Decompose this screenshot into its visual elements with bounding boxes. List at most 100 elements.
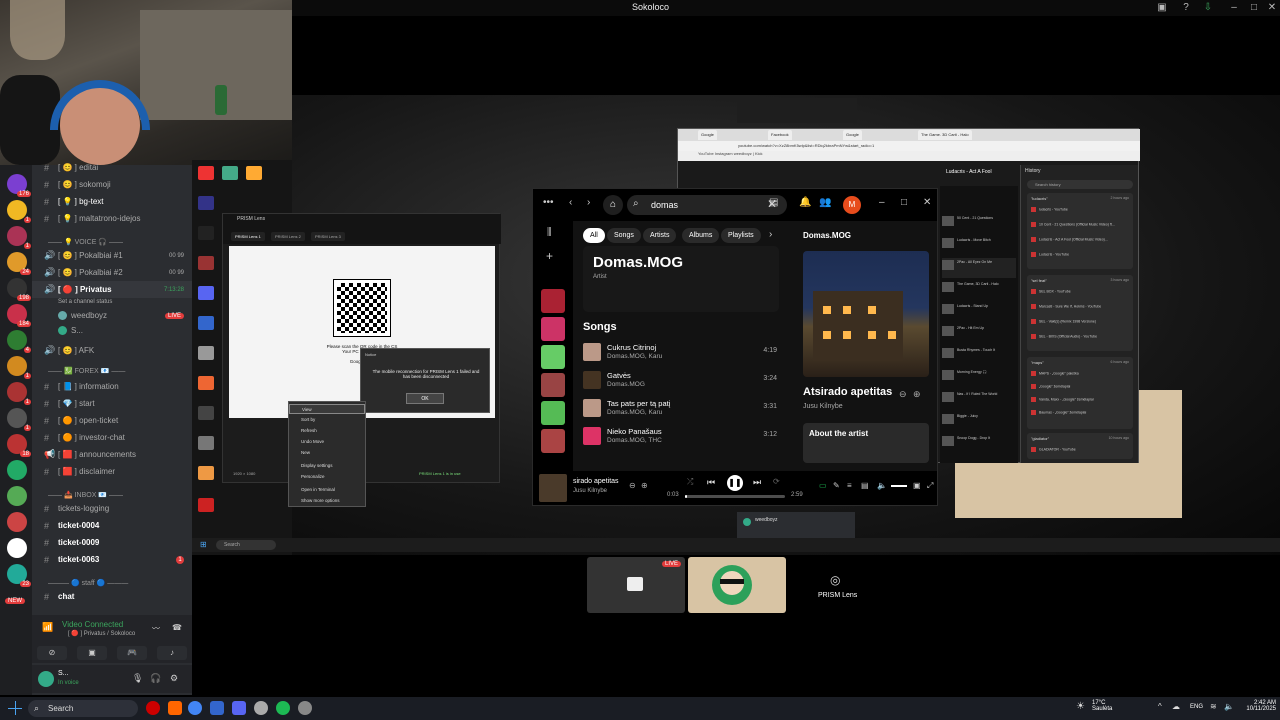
browser-tab[interactable]: Facebook	[768, 130, 792, 140]
miniplayer-icon[interactable]: ▣	[913, 481, 921, 490]
server-icon[interactable]	[7, 538, 27, 558]
close-icon[interactable]: ✕	[923, 197, 931, 208]
volume-slider[interactable]	[891, 485, 907, 487]
browser-tab[interactable]: The Game. 3D Carti - Halo	[918, 130, 972, 140]
mic-icon[interactable]: 🎙	[132, 673, 143, 684]
top-result-card[interactable]: Domas.MOG Artist	[583, 246, 779, 312]
app-icon[interactable]	[198, 498, 214, 512]
now-playing-title[interactable]: sirado apetitas	[573, 478, 619, 485]
username[interactable]: S...	[58, 670, 69, 677]
list-item[interactable]: Snoop Dogg - Drop It	[942, 434, 1016, 454]
channel-bg-text[interactable]: #[ 💡 ] bg-text	[32, 193, 192, 210]
channel-investor-chat[interactable]: #[ 🟠 ] investor-chat	[32, 429, 192, 446]
history-item[interactable]: Baumas - „Google“ žemėlapiai	[1031, 410, 1131, 419]
server-icon[interactable]: 1	[7, 382, 31, 405]
server-icon[interactable]: 4	[7, 330, 31, 353]
disconnect-icon[interactable]: ☎	[172, 623, 182, 632]
app-icon[interactable]	[198, 406, 214, 420]
track-title[interactable]: Atsirado apetitas	[803, 386, 892, 398]
minimize-icon[interactable]: –	[1228, 2, 1240, 14]
tab-prism-lens-1[interactable]: PRISM Lens 1	[231, 232, 265, 241]
server-icon[interactable]: 23	[7, 564, 31, 587]
server-icon[interactable]	[7, 460, 27, 480]
list-item[interactable]: Busta Rhymes - Touch It	[942, 346, 1016, 366]
now-playing-view-icon[interactable]: ▭	[819, 481, 827, 490]
history-search-input[interactable]: Search history	[1027, 180, 1133, 189]
chevron-up-icon[interactable]: ^	[1158, 702, 1162, 711]
onedrive-icon[interactable]: ☁	[1172, 702, 1180, 711]
epic-games-icon[interactable]	[198, 226, 214, 240]
menu-refresh[interactable]: Refresh	[289, 426, 365, 436]
screenshare-button-icon[interactable]: ▣	[77, 646, 107, 660]
add-icon[interactable]: +	[546, 249, 553, 263]
history-item[interactable]: SEL - Vakt(s) (Remix 1998 Versione)	[1031, 319, 1131, 328]
voice-channel-afk[interactable]: 🔊[ 😊 ] AFK	[32, 342, 192, 359]
chevron-right-icon[interactable]: ›	[769, 229, 772, 240]
server-icon[interactable]: 184	[7, 304, 31, 327]
playlist-thumb[interactable]	[541, 373, 565, 397]
app-icon[interactable]	[198, 196, 214, 210]
prism-lens-tile[interactable]: ◎ PRISM Lens	[788, 557, 886, 613]
song-row[interactable]: Nieko Panašaus Domas.MOG, THC 3:12	[583, 425, 779, 447]
discord-icon[interactable]	[198, 286, 214, 300]
channel-disclaimer[interactable]: #[ 🟥 ] disclaimer	[32, 463, 192, 480]
home-icon[interactable]: ⌂	[603, 195, 623, 215]
browse-icon[interactable]: ▤	[769, 197, 778, 208]
chip-albums[interactable]: Albums	[682, 228, 720, 243]
server-icon[interactable]	[7, 486, 27, 506]
channel-maltatrono[interactable]: #[ 💡 ] maltatrono-idejos	[32, 210, 192, 227]
channel-tickets-logging[interactable]: # tickets-logging	[32, 500, 192, 517]
settings-icon[interactable]	[298, 701, 312, 715]
help-icon[interactable]: ?	[1180, 2, 1192, 14]
activity-icon[interactable]: 🎮	[117, 646, 147, 660]
now-playing-art[interactable]	[539, 474, 567, 502]
volume-icon[interactable]: 🔈	[877, 481, 887, 490]
category-forex[interactable]: —— 💹 FOREX 📧 ——	[32, 362, 192, 379]
wifi-icon[interactable]: ≋	[1210, 702, 1217, 711]
menu-personalize[interactable]: Personalize	[289, 472, 365, 482]
library-icon[interactable]: ⫼	[547, 227, 552, 238]
server-icon[interactable]: 18	[7, 434, 31, 457]
url-text[interactable]: youtube.com/watch?v=XzZ8bmK5wlp&list=RDi…	[738, 143, 874, 148]
channel-start[interactable]: #[ 💎 ] start	[32, 395, 192, 412]
queue-icon[interactable]: ≡	[847, 481, 852, 490]
chip-songs[interactable]: Songs	[607, 228, 641, 243]
browser-tab[interactable]: Google	[843, 130, 862, 140]
channel-information[interactable]: #[ 📘 ] information	[32, 378, 192, 395]
opera-icon[interactable]	[146, 701, 160, 715]
channel-ticket-0004[interactable]: # ticket-0004	[32, 517, 192, 534]
server-icon[interactable]: 24	[7, 252, 31, 275]
list-item[interactable]: Ludacris - Move Bitch	[942, 236, 1016, 256]
list-item[interactable]: Morning Energy 🎧	[942, 368, 1016, 388]
server-icon[interactable]: 1	[7, 408, 31, 431]
weather-icon[interactable]: ☀	[1076, 701, 1085, 712]
back-icon[interactable]: ‹	[569, 197, 572, 208]
app-icon[interactable]	[210, 701, 224, 715]
history-item[interactable]: SEL - BIXS (Official Audio) - YouTube	[1031, 334, 1131, 343]
playlist-thumb[interactable]	[541, 429, 565, 453]
app-icon[interactable]	[254, 701, 268, 715]
clock[interactable]: 2:42 AM 10/11/2025	[1240, 700, 1276, 712]
channel-open-ticket[interactable]: #[ 🟠 ] open-ticket	[32, 412, 192, 429]
menu-view[interactable]: View	[289, 404, 365, 414]
taskbar-search[interactable]: ⌕ Search	[28, 700, 138, 717]
menu-new[interactable]: New	[289, 448, 365, 458]
list-item[interactable]: Nas - If I Ruled The World	[942, 390, 1016, 410]
about-artist-card[interactable]: About the artist	[803, 423, 929, 463]
bell-icon[interactable]: 🔔	[799, 197, 811, 208]
forward-icon[interactable]: ›	[587, 197, 590, 208]
server-icon[interactable]	[7, 512, 27, 532]
track-artist[interactable]: Jusu Kilnybe	[803, 403, 843, 410]
remove-icon[interactable]: ⊖	[629, 481, 636, 490]
app-icon[interactable]	[198, 316, 214, 330]
fullscreen-icon[interactable]: ⤢	[927, 481, 933, 491]
discord-icon[interactable]	[232, 701, 246, 715]
minimize-icon[interactable]: –	[879, 197, 885, 208]
weather-widget[interactable]: 17°C Saulėta	[1092, 700, 1112, 712]
chrome-icon[interactable]	[188, 701, 202, 715]
maximize-icon[interactable]: □	[1248, 2, 1260, 14]
ok-button[interactable]: OK	[406, 393, 444, 404]
chip-playlists[interactable]: Playlists	[721, 228, 761, 243]
remove-icon[interactable]: ⊖	[899, 389, 907, 400]
avatar[interactable]	[38, 671, 54, 687]
